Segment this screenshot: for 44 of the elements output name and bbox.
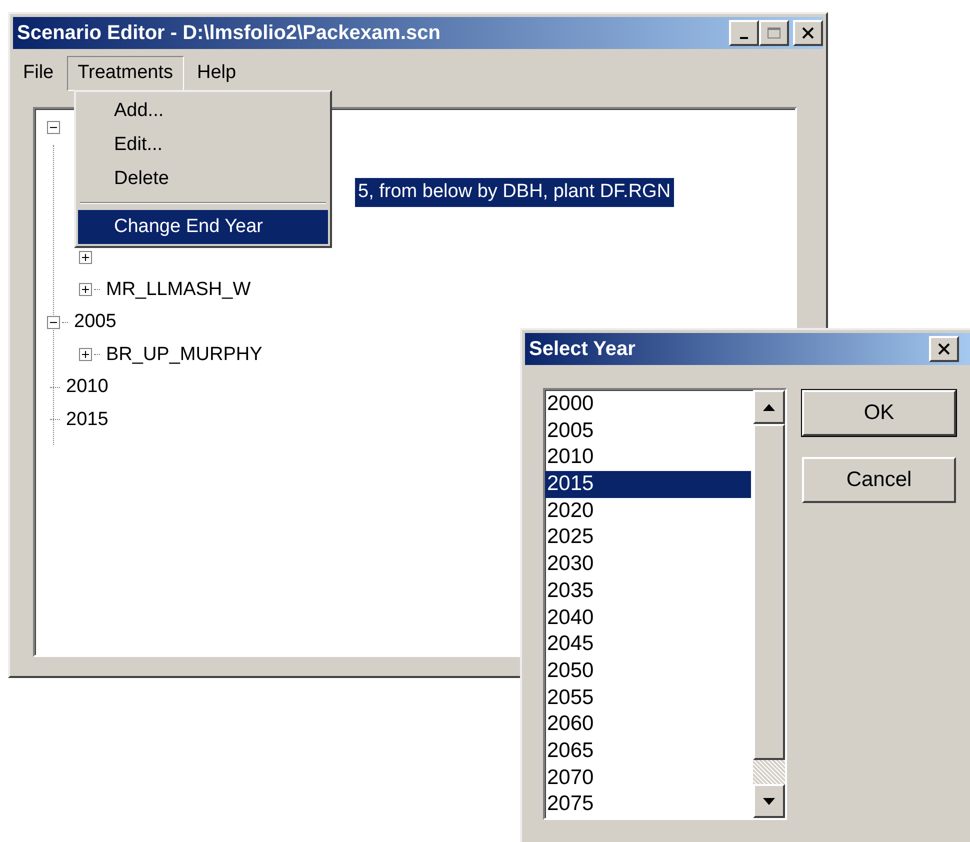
list-item[interactable]: 2075 — [545, 791, 751, 818]
close-button[interactable] — [929, 336, 959, 362]
tree-item[interactable]: 2005 — [71, 308, 120, 336]
tree-item[interactable]: 5, from below by DBH, plant DF.RGN — [355, 178, 674, 206]
menu-item[interactable]: Change End Year — [78, 210, 328, 244]
list-item[interactable]: 2070 — [545, 764, 751, 792]
list-item[interactable]: 2050 — [545, 658, 751, 685]
list-item[interactable]: 2045 — [545, 631, 751, 658]
maximize-icon — [767, 27, 781, 39]
tree-item[interactable]: 2010 — [63, 373, 112, 402]
tree-item[interactable]: 2015 — [63, 406, 112, 434]
list-item[interactable]: 2020 — [545, 498, 751, 524]
scroll-thumb[interactable] — [753, 424, 785, 760]
list-item[interactable]: 2060 — [545, 711, 751, 738]
list-item[interactable]: 2055 — [545, 684, 751, 712]
close-icon — [938, 343, 950, 355]
window-title: Scenario Editor - D:\lmsfolio2\Packexam.scn — [17, 21, 440, 46]
up-arrow-icon — [763, 404, 775, 410]
menu-item[interactable]: Edit... — [78, 128, 328, 162]
tree-item[interactable]: BR_UP_MURPHY — [103, 340, 266, 369]
menu-item[interactable]: Delete — [78, 162, 328, 196]
scroll-up-button[interactable] — [753, 390, 785, 424]
list-item[interactable]: 2010 — [545, 444, 751, 472]
list-item[interactable]: 2000 — [545, 391, 751, 418]
close-icon — [802, 27, 814, 39]
ok-button[interactable]: OK — [802, 390, 956, 436]
list-item[interactable]: 2040 — [545, 604, 751, 632]
list-item[interactable]: 2065 — [545, 738, 751, 765]
menu-item[interactable]: File — [12, 56, 65, 90]
list-item[interactable]: 2015 — [545, 471, 751, 498]
cancel-button[interactable]: Cancel — [802, 457, 956, 503]
down-arrow-icon — [763, 798, 775, 804]
list-item[interactable]: 2025 — [545, 524, 751, 552]
list-item[interactable]: 2030 — [545, 551, 751, 578]
list-item[interactable]: 2035 — [545, 578, 751, 604]
dialog-title: Select Year — [529, 337, 636, 362]
close-button[interactable] — [793, 20, 823, 46]
minimize-icon — [740, 37, 748, 39]
menu-item[interactable]: Add... — [78, 94, 328, 128]
list-item[interactable]: 2005 — [545, 418, 751, 444]
menu-item[interactable]: Help — [186, 56, 248, 90]
scroll-down-button[interactable] — [753, 784, 785, 818]
tree-item[interactable]: MR_LLMASH_W — [103, 276, 254, 304]
minimize-button[interactable] — [729, 20, 759, 46]
